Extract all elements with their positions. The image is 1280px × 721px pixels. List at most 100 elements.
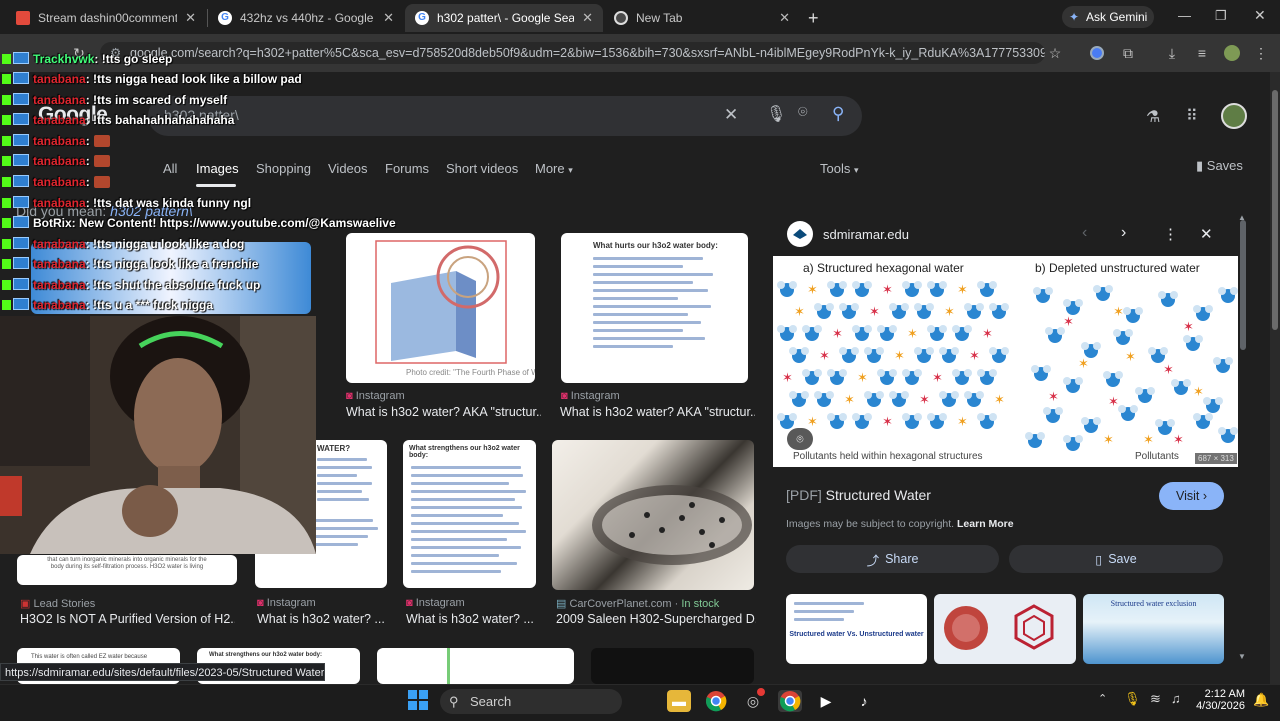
window-close-icon[interactable]: ✕ bbox=[1254, 7, 1266, 24]
image-result-thumb[interactable]: Photo credit: "The Fourth Phase of Water… bbox=[346, 233, 535, 383]
labs-flask-icon[interactable]: ⚗ bbox=[1146, 107, 1160, 127]
preview-image[interactable]: a) Structured hexagonal water b) Deplete… bbox=[773, 256, 1238, 467]
search-box[interactable]: h302 patter\ ✕ 🎙 ⌾ ⚲ bbox=[148, 96, 862, 136]
close-preview-icon[interactable]: ✕ bbox=[1200, 225, 1213, 243]
tab-more[interactable]: More ▾ bbox=[535, 161, 573, 176]
windows-start-icon[interactable] bbox=[408, 690, 428, 710]
tiktok-icon[interactable]: ♪ bbox=[852, 690, 876, 712]
close-icon[interactable]: ✕ bbox=[582, 10, 593, 26]
voice-search-mic-icon[interactable]: 🎙 bbox=[766, 104, 786, 124]
extension-icon[interactable] bbox=[1090, 46, 1104, 60]
related-image[interactable] bbox=[934, 594, 1076, 664]
tab-all[interactable]: All bbox=[163, 161, 177, 176]
notifications-bell-icon[interactable]: 🔔 bbox=[1253, 692, 1269, 708]
result-caption[interactable]: 2009 Saleen H302-Supercharged D... bbox=[556, 612, 756, 626]
ask-gemini-button[interactable]: ✦ Ask Gemini bbox=[1062, 6, 1154, 28]
tab-new-tab[interactable]: New Tab ✕ bbox=[604, 4, 800, 32]
prev-image-icon[interactable]: ‹ bbox=[1082, 224, 1087, 242]
image-result-thumb[interactable] bbox=[552, 440, 754, 590]
panel-scrollbar-thumb[interactable] bbox=[1240, 220, 1246, 350]
lens-search-icon[interactable]: ⌾ bbox=[787, 428, 813, 450]
volume-icon[interactable]: ♫ bbox=[1171, 691, 1181, 706]
close-icon[interactable]: ✕ bbox=[383, 10, 394, 26]
minimize-icon[interactable]: — bbox=[1178, 8, 1191, 23]
clear-search-icon[interactable]: ✕ bbox=[724, 105, 738, 125]
more-options-icon[interactable]: ⋮ bbox=[1163, 225, 1178, 243]
pdf-prefix: [PDF] bbox=[786, 487, 822, 503]
result-source[interactable]: ▣ Lead Stories bbox=[20, 597, 95, 610]
tab-videos[interactable]: Videos bbox=[328, 161, 368, 176]
address-bar[interactable]: ⚙ google.com/search?q=h302+patter%5C&sca… bbox=[100, 42, 1045, 64]
result-caption[interactable]: What is h3o2 water? ... bbox=[406, 612, 536, 626]
lens-camera-icon[interactable]: ⌾ bbox=[798, 104, 808, 122]
instagram-icon: ◙ bbox=[257, 597, 264, 609]
apps-grid-icon[interactable]: ⠿ bbox=[1186, 106, 1198, 126]
microphone-tray-icon[interactable]: 🎙 bbox=[1124, 691, 1141, 707]
preview-title[interactable]: [PDF] Structured Water bbox=[786, 487, 931, 503]
extensions-puzzle-icon[interactable]: ⧉ bbox=[1119, 44, 1137, 62]
tab-short-videos[interactable]: Short videos bbox=[446, 161, 518, 176]
tab-forums[interactable]: Forums bbox=[385, 161, 429, 176]
visit-button[interactable]: Visit › bbox=[1159, 482, 1224, 510]
download-icon[interactable]: ⤓ bbox=[1163, 44, 1181, 62]
account-avatar[interactable] bbox=[1221, 103, 1247, 129]
restore-icon[interactable]: ❐ bbox=[1215, 8, 1227, 24]
related-image[interactable]: Structured water exclusion bbox=[1083, 594, 1224, 664]
save-button[interactable]: ▯ Save bbox=[1009, 545, 1223, 573]
subscriber-badge-icon bbox=[13, 278, 29, 290]
svg-text:✶: ✶ bbox=[1103, 432, 1114, 447]
chrome-icon[interactable] bbox=[704, 690, 728, 712]
result-caption[interactable]: What is h3o2 water? ... bbox=[257, 612, 387, 626]
result-caption[interactable]: What is h3o2 water? AKA "structur... bbox=[560, 405, 755, 419]
result-source[interactable]: ◙ Instagram bbox=[561, 390, 620, 402]
learn-more-link[interactable]: Learn More bbox=[957, 518, 1014, 530]
file-explorer-icon[interactable]: ▬ bbox=[667, 690, 691, 712]
media-player-icon[interactable]: ▶ bbox=[814, 690, 838, 712]
result-caption[interactable]: H3O2 Is NOT A Purified Version of H2... bbox=[20, 612, 235, 626]
tab-h302-active[interactable]: G h302 patter\ - Google Search ✕ bbox=[405, 4, 603, 32]
preview-title-text: Structured Water bbox=[825, 487, 931, 503]
tray-overflow-icon[interactable]: ⌃ bbox=[1098, 692, 1107, 705]
saves-button[interactable]: ▮ Saves bbox=[1196, 158, 1243, 174]
result-source[interactable]: ◙ Instagram bbox=[406, 597, 465, 609]
image-result-thumb[interactable] bbox=[377, 648, 574, 684]
instagram-icon: ◙ bbox=[561, 390, 568, 402]
result-source[interactable]: ◙ Instagram bbox=[257, 597, 316, 609]
media-controls-icon[interactable]: ≡ bbox=[1193, 44, 1211, 62]
result-source[interactable]: ▤ CarCoverPlanet.com · In stock bbox=[556, 597, 719, 610]
image-result-thumb[interactable]: What strengthens our h3o2 water body: bbox=[403, 440, 536, 588]
result-source[interactable]: ◙ Instagram bbox=[346, 390, 405, 402]
next-image-icon[interactable]: › bbox=[1121, 224, 1126, 242]
new-tab-plus-icon[interactable]: + bbox=[808, 8, 819, 29]
page-scrollbar-thumb[interactable] bbox=[1272, 90, 1278, 330]
profile-avatar[interactable] bbox=[1224, 45, 1240, 61]
bookmark-star-icon[interactable]: ☆ bbox=[1046, 44, 1064, 62]
tools-button[interactable]: Tools ▾ bbox=[820, 161, 859, 176]
tab-images[interactable]: Images bbox=[196, 161, 239, 176]
close-icon[interactable]: ✕ bbox=[185, 10, 196, 26]
preview-site-name[interactable]: sdmiramar.edu bbox=[823, 227, 909, 242]
tab-432hz[interactable]: G 432hz vs 440hz - Google Search ✕ bbox=[208, 4, 404, 32]
image-result-thumb[interactable] bbox=[591, 648, 754, 684]
chrome-active-icon[interactable] bbox=[778, 690, 802, 712]
tab-stream[interactable]: Stream dashin00commentt(file: ✕ bbox=[6, 4, 206, 32]
clock[interactable]: 2:12 AM 4/30/2026 bbox=[1193, 688, 1245, 712]
menu-kebab-icon[interactable]: ⋮ bbox=[1252, 44, 1270, 62]
tab-title: 432hz vs 440hz - Google Search bbox=[240, 11, 375, 25]
result-caption[interactable]: What is h3o2 water? AKA "structur... bbox=[346, 405, 541, 419]
kick-badge-icon bbox=[2, 280, 11, 290]
image-result-thumb[interactable]: that can turn inorganic minerals into or… bbox=[17, 555, 237, 585]
chat-message: tanabana: !tts shut the absolute fuck up bbox=[2, 278, 260, 292]
image-result-thumb[interactable]: What hurts our h3o2 water body: bbox=[561, 233, 748, 383]
related-image[interactable]: Structured water Vs. Unstructured water bbox=[786, 594, 927, 664]
chat-text: : !tts u a *** fuck nigga bbox=[85, 298, 214, 312]
close-icon[interactable]: ✕ bbox=[779, 10, 790, 26]
panel-scroll-down-icon[interactable]: ▼ bbox=[1238, 652, 1246, 661]
taskbar-search[interactable]: ⚲ Search bbox=[440, 689, 622, 714]
search-magnifier-icon[interactable]: ⚲ bbox=[832, 104, 844, 124]
chat-message: tanabana: !tts u a *** fuck nigga bbox=[2, 298, 213, 312]
panel-scroll-up-icon[interactable]: ▲ bbox=[1238, 213, 1246, 222]
tab-shopping[interactable]: Shopping bbox=[256, 161, 311, 176]
share-button[interactable]: ⤴ Share bbox=[786, 545, 999, 573]
wifi-icon[interactable]: ≋ bbox=[1150, 691, 1161, 707]
